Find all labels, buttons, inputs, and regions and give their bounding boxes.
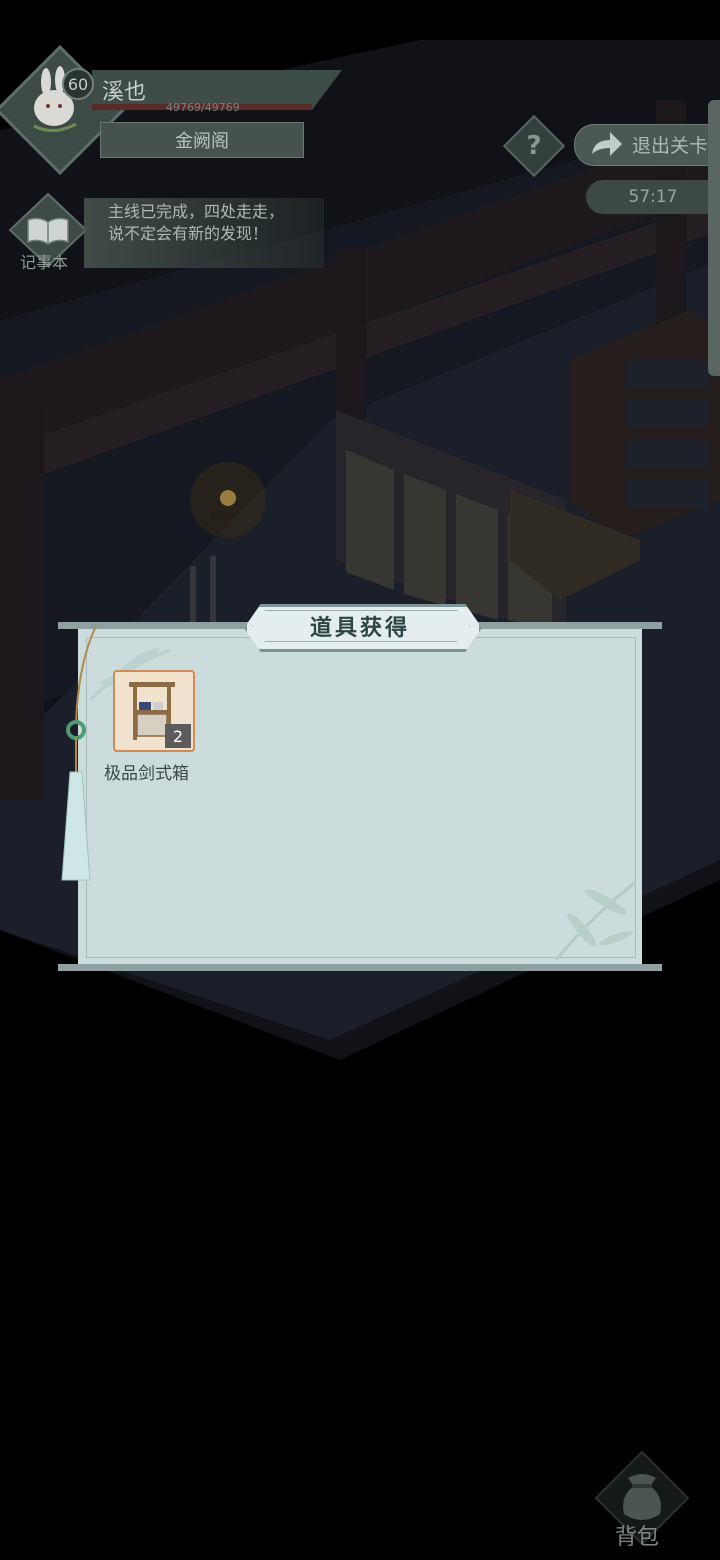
dialog-title: 道具获得 xyxy=(309,615,410,641)
notebook-label: 记事本 xyxy=(20,253,69,272)
exit-level-label: 退出关卡 xyxy=(632,135,709,157)
player-level-badge: 60 xyxy=(62,68,94,100)
scroll-rod-bottom xyxy=(58,964,662,971)
quest-text: 主线已完成，四处走走，说不定会有新的发现！ xyxy=(108,202,285,243)
side-scroll-handle[interactable] xyxy=(708,100,720,376)
bag-label: 背包 xyxy=(615,1525,660,1550)
question-mark-icon: ? xyxy=(526,131,542,161)
item-count: 2 xyxy=(165,724,191,748)
location-name: 金阙阁 xyxy=(100,122,304,158)
level-timer: 57:17 xyxy=(586,180,720,214)
item-name: 极品剑式箱 xyxy=(104,764,189,784)
player-name: 溪也 xyxy=(102,80,147,105)
player-hp-text: 49769/49769 xyxy=(166,101,240,114)
exit-arrow-icon xyxy=(592,132,622,156)
bamboo-decoration-icon xyxy=(554,880,637,961)
jade-tassel-icon xyxy=(61,625,97,881)
